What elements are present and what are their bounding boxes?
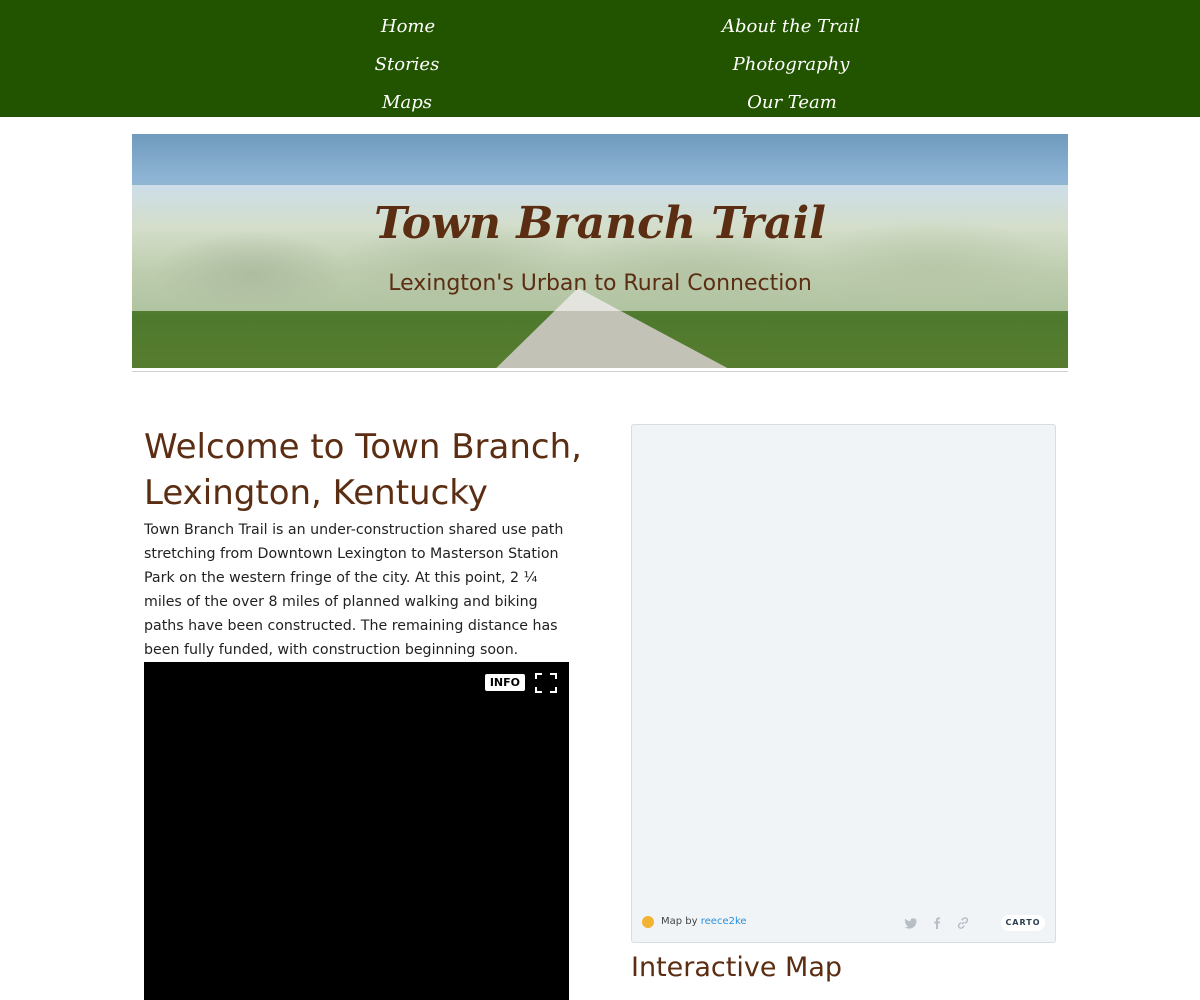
facebook-icon[interactable]: [930, 916, 944, 930]
nav-home[interactable]: Home: [381, 16, 435, 37]
nav-photography[interactable]: Photography: [733, 54, 850, 75]
nav-our-team[interactable]: Our Team: [747, 92, 837, 113]
map-by-label: Map by: [661, 916, 698, 927]
nav-stories[interactable]: Stories: [375, 54, 440, 75]
twitter-icon[interactable]: [904, 916, 918, 930]
top-navigation: Home About the Trail Stories Photography…: [0, 0, 1200, 117]
video-player[interactable]: INFO: [144, 662, 569, 1000]
nav-maps[interactable]: Maps: [382, 92, 432, 113]
site-subtitle: Lexington's Urban to Rural Connection: [388, 271, 812, 296]
map-embed[interactable]: Map by reece2ke CARTO: [631, 424, 1056, 943]
map-author-link[interactable]: reece2ke: [701, 916, 747, 927]
site-title: Town Branch Trail: [374, 198, 826, 249]
nav-about-the-trail[interactable]: About the Trail: [722, 16, 860, 37]
map-attribution: Map by reece2ke: [661, 916, 747, 927]
intro-paragraph: Town Branch Trail is an under-constructi…: [144, 522, 564, 658]
welcome-heading: Welcome to Town Branch, Lexington, Kentu…: [144, 427, 582, 513]
hero-divider: [132, 371, 1068, 372]
info-button[interactable]: INFO: [484, 674, 525, 691]
hero-banner: Town Branch Trail Lexington's Urban to R…: [132, 134, 1068, 368]
carto-logo[interactable]: CARTO: [1001, 915, 1045, 931]
author-avatar-icon: [642, 916, 654, 928]
map-attribution-bar: Map by reece2ke CARTO: [642, 915, 1045, 931]
fullscreen-icon[interactable]: [535, 673, 557, 693]
link-icon[interactable]: [956, 916, 970, 930]
interactive-map-heading: Interactive Map: [631, 952, 843, 983]
